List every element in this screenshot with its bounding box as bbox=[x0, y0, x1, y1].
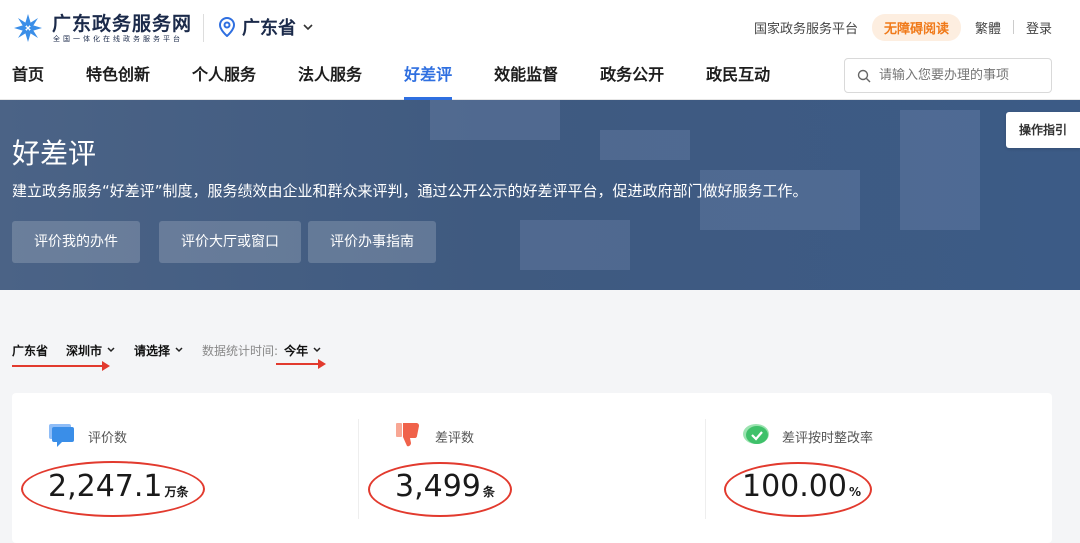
evaluate-guide-button[interactable]: 评价办事指南 bbox=[308, 221, 436, 263]
annotation-circle bbox=[368, 462, 512, 517]
annotation-circle bbox=[724, 462, 872, 517]
stat-label: 差评按时整改率 bbox=[782, 431, 874, 446]
banner-decoration bbox=[600, 130, 690, 160]
main-nav: 首页 特色创新 个人服务 法人服务 好差评 效能监督 政务公开 政民互动 bbox=[0, 58, 800, 100]
chevron-down-icon bbox=[313, 347, 321, 353]
page-title: 好差评 bbox=[12, 137, 97, 170]
site-name[interactable]: 广东政务服务网 bbox=[52, 9, 192, 36]
traditional-chinese-link[interactable]: 繁體 bbox=[975, 18, 1001, 37]
annotation-circle bbox=[21, 461, 205, 517]
location-label: 广东省 bbox=[242, 18, 296, 39]
nav-interaction[interactable]: 政民互动 bbox=[706, 58, 770, 100]
annotation-arrow bbox=[276, 359, 326, 369]
site-subtitle: 全国一体化在线政务服务平台 bbox=[53, 35, 183, 43]
stat-label: 差评数 bbox=[435, 431, 475, 446]
location-selector[interactable]: 广东省 bbox=[218, 14, 314, 40]
nav-personal[interactable]: 个人服务 bbox=[192, 58, 256, 100]
map-pin-icon bbox=[218, 17, 236, 37]
chevron-down-icon bbox=[175, 347, 183, 353]
banner-decoration bbox=[900, 110, 980, 230]
nav-supervision[interactable]: 效能监督 bbox=[494, 58, 558, 100]
chat-bubble-icon bbox=[49, 424, 74, 447]
login-link[interactable]: 登录 bbox=[1026, 18, 1052, 37]
nav-features[interactable]: 特色创新 bbox=[86, 58, 150, 100]
time-filter[interactable]: 今年 bbox=[284, 342, 322, 359]
chevron-down-icon bbox=[107, 347, 115, 353]
banner: 好差评 建立政务服务“好差评”制度，服务绩效由企业和群众来评判，通过公开公示的好… bbox=[0, 100, 1080, 290]
city-filter[interactable]: 深圳市 bbox=[66, 342, 116, 359]
thumbs-down-icon bbox=[396, 423, 419, 447]
check-bubble-icon bbox=[743, 424, 769, 444]
operation-guide-button[interactable]: 操作指引 bbox=[1006, 112, 1080, 148]
banner-description: 建立政务服务“好差评”制度，服务绩效由企业和群众来评判，通过公开公示的好差评平台… bbox=[12, 182, 808, 200]
filter-bar: 广东省 深圳市 请选择 数据统计时间: 今年 bbox=[12, 340, 340, 360]
top-links: 国家政务服务平台 无障碍阅读 繁體 登录 bbox=[754, 13, 1052, 41]
evaluate-hall-button[interactable]: 评价大厅或窗口 bbox=[159, 221, 301, 263]
province-label: 广东省 bbox=[12, 343, 49, 358]
time-label: 数据统计时间: bbox=[202, 343, 279, 358]
site-logo-icon[interactable] bbox=[12, 12, 44, 44]
divider bbox=[1012, 20, 1014, 34]
banner-decoration bbox=[520, 220, 630, 270]
province-filter[interactable]: 广东省 bbox=[12, 342, 48, 359]
nav-public-affairs[interactable]: 政务公开 bbox=[600, 58, 664, 100]
evaluate-my-case-button[interactable]: 评价我的办件 bbox=[12, 221, 140, 263]
nav-legal[interactable]: 法人服务 bbox=[298, 58, 362, 100]
banner-decoration bbox=[430, 100, 560, 140]
search-box[interactable] bbox=[844, 58, 1052, 93]
divider bbox=[203, 14, 204, 42]
national-platform-link[interactable]: 国家政务服务平台 bbox=[754, 18, 858, 37]
city-label: 深圳市 bbox=[66, 343, 103, 358]
district-filter[interactable]: 请选择 bbox=[134, 342, 184, 359]
stat-label: 评价数 bbox=[88, 431, 128, 446]
accessibility-button[interactable]: 无障碍阅读 bbox=[871, 13, 961, 41]
search-icon[interactable] bbox=[857, 69, 871, 83]
nav-home[interactable]: 首页 bbox=[12, 58, 44, 100]
district-label: 请选择 bbox=[134, 343, 171, 358]
nav-evaluation[interactable]: 好差评 bbox=[404, 58, 453, 100]
time-value: 今年 bbox=[284, 343, 309, 358]
search-input[interactable] bbox=[879, 68, 1039, 83]
top-header: 广东政务服务网 全国一体化在线政务服务平台 广东省 国家政务服务平台 无障碍阅读… bbox=[0, 0, 1080, 100]
annotation-arrow bbox=[12, 361, 110, 371]
chevron-down-icon bbox=[303, 24, 313, 31]
